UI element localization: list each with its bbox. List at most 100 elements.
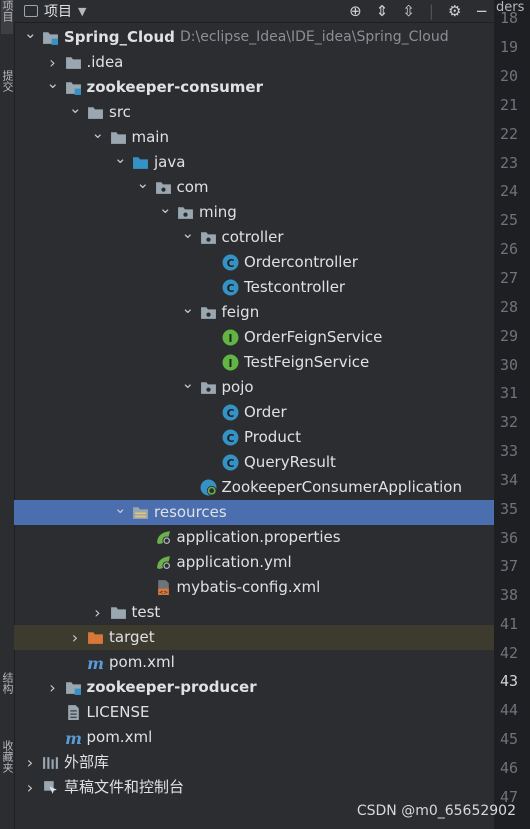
structure-tool-tab[interactable]: 结构 — [1, 672, 14, 697]
tree-row[interactable]: LICENSE — [14, 700, 494, 725]
tree-row[interactable]: ⌄ cotroller — [14, 224, 494, 250]
locate-icon[interactable]: ⊕ — [349, 2, 362, 20]
tree-item-label: zookeeper-producer — [86, 678, 257, 696]
svg-text:C: C — [227, 457, 235, 470]
tree-row[interactable]: application.properties — [14, 525, 494, 550]
chevron-down-icon[interactable]: ⌄ — [182, 371, 195, 396]
line-number: 44 — [500, 701, 519, 719]
tree-row[interactable]: ⌄ pojo — [14, 374, 494, 400]
line-number: 43 — [500, 672, 519, 690]
tree-row[interactable]: ⌄ feign — [14, 299, 494, 325]
tree-row[interactable]: ⌄ zookeeper-consumer — [14, 74, 494, 100]
chevron-right-icon[interactable]: › — [24, 750, 36, 775]
tree-row[interactable]: › target — [14, 625, 494, 650]
line-number: 37 — [500, 557, 519, 575]
chevron-right-icon[interactable]: › — [69, 625, 81, 650]
project-view-selector[interactable]: 项目 ▼ — [24, 1, 86, 21]
tree-item-label: feign — [221, 303, 260, 321]
project-tool-tab[interactable]: 项目 — [1, 0, 14, 34]
tree-item-label: pom.xml — [109, 653, 175, 671]
svg-text:I: I — [229, 357, 233, 370]
tree-item-label: application.properties — [176, 528, 341, 546]
tree-item-label: Spring_Cloud — [64, 28, 175, 46]
line-number: 30 — [500, 356, 519, 374]
chevron-down-icon[interactable]: ⌄ — [182, 221, 195, 246]
tree-item-label: test — [131, 603, 161, 621]
tree-row[interactable]: m pom.xml — [14, 650, 494, 675]
tree-row[interactable]: C Ordercontroller — [14, 250, 494, 275]
tree-item-label: java — [154, 153, 186, 171]
tree-row[interactable]: ⌄ ming — [14, 199, 494, 225]
chevron-down-icon[interactable]: ⌄ — [47, 71, 60, 96]
tree-row[interactable]: › zookeeper-producer — [14, 675, 494, 700]
chevron-down-icon[interactable]: ⌄ — [92, 121, 105, 146]
package-icon — [177, 204, 194, 221]
chevron-down-icon[interactable]: ⌄ — [24, 21, 37, 46]
tree-row[interactable]: I OrderFeignService — [14, 325, 494, 350]
tree-row[interactable]: C Product — [14, 425, 494, 450]
package-icon — [200, 229, 217, 246]
structure-tool-label: 结构 — [1, 672, 14, 694]
interface-icon: I — [222, 329, 239, 346]
tree-item-label: application.yml — [176, 553, 292, 571]
tree-row[interactable]: C Order — [14, 400, 494, 425]
chevron-right-icon[interactable]: › — [24, 775, 36, 800]
tree-item-label: .idea — [86, 53, 124, 71]
tree-row[interactable]: ⌄ java — [14, 149, 494, 175]
tree-row[interactable]: ⌄ com — [14, 174, 494, 200]
tree-row[interactable]: ⌄ src — [14, 99, 494, 125]
tree-item-label: src — [109, 103, 131, 121]
chevron-right-icon[interactable]: › — [47, 675, 59, 700]
gear-icon[interactable]: ⚙ — [448, 2, 461, 20]
line-number: 31 — [500, 384, 519, 402]
chevron-down-icon: ▼ — [78, 4, 87, 18]
svg-text:<>: <> — [159, 590, 168, 596]
svg-text:m: m — [87, 654, 104, 671]
tree-row[interactable]: ZookeeperConsumerApplication — [14, 475, 494, 500]
tree-row[interactable]: I TestFeignService — [14, 350, 494, 375]
tree-item-label: 草稿文件和控制台 — [64, 778, 185, 796]
tree-row[interactable]: m pom.xml — [14, 725, 494, 750]
tree-item-label: 外部库 — [64, 753, 110, 771]
favorites-tool-tab[interactable]: 收藏夹 — [1, 740, 14, 776]
commit-tool-tab[interactable]: 提交 — [1, 70, 14, 95]
chevron-down-icon[interactable]: ⌄ — [69, 96, 82, 121]
tree-row[interactable]: C QueryResult — [14, 450, 494, 475]
tree-row[interactable]: › .idea — [14, 50, 494, 75]
tree-item-label: Testcontroller — [244, 278, 346, 296]
tree-item-label: cotroller — [221, 228, 284, 246]
line-number: 20 — [500, 67, 519, 85]
tree-row[interactable]: application.yml — [14, 550, 494, 575]
chevron-down-icon[interactable]: ⌄ — [182, 296, 195, 321]
chevron-down-icon[interactable]: ⌄ — [114, 496, 127, 521]
tree-item-label: zookeeper-consumer — [86, 78, 263, 96]
expand-all-icon[interactable]: ⇕ — [376, 2, 389, 20]
tree-row[interactable]: ⌄ resources — [14, 499, 494, 525]
chevron-right-icon[interactable]: › — [92, 600, 104, 625]
chevron-down-icon[interactable]: ⌄ — [159, 196, 172, 221]
tree-row[interactable]: › test — [14, 600, 494, 625]
line-number: 45 — [500, 730, 519, 748]
chevron-down-icon[interactable]: ⌄ — [137, 171, 150, 196]
maven-icon: m — [65, 729, 82, 748]
tree-row[interactable]: C Testcontroller — [14, 275, 494, 300]
tree-row[interactable]: ⌄ main — [14, 124, 494, 150]
tree-row[interactable]: ⌄ Spring_Cloud D:\eclipse_Idea\IDE_idea\S… — [14, 24, 494, 50]
tree-item-label: mybatis-config.xml — [176, 578, 321, 596]
svg-text:C: C — [227, 282, 235, 295]
tree-item-label: TestFeignService — [244, 353, 370, 371]
line-number: 26 — [500, 240, 519, 258]
tree-row[interactable]: › 外部库 — [14, 750, 494, 775]
tree-row[interactable]: › 草稿文件和控制台 — [14, 775, 494, 800]
tree-item-label: Order — [244, 403, 287, 421]
line-number: 42 — [500, 644, 519, 662]
panel-toolbar: ⊕ ⇕ ⇳ | ⚙ − — [349, 0, 488, 22]
module-folder-icon — [65, 79, 82, 96]
collapse-all-icon[interactable]: ⇳ — [402, 2, 415, 20]
tree-item-label: OrderFeignService — [244, 328, 383, 346]
hide-panel-icon[interactable]: − — [475, 2, 488, 20]
line-number: 19 — [500, 38, 519, 56]
class-icon: C — [222, 279, 239, 296]
chevron-down-icon[interactable]: ⌄ — [114, 146, 127, 171]
tree-row[interactable]: <> mybatis-config.xml — [14, 575, 494, 600]
